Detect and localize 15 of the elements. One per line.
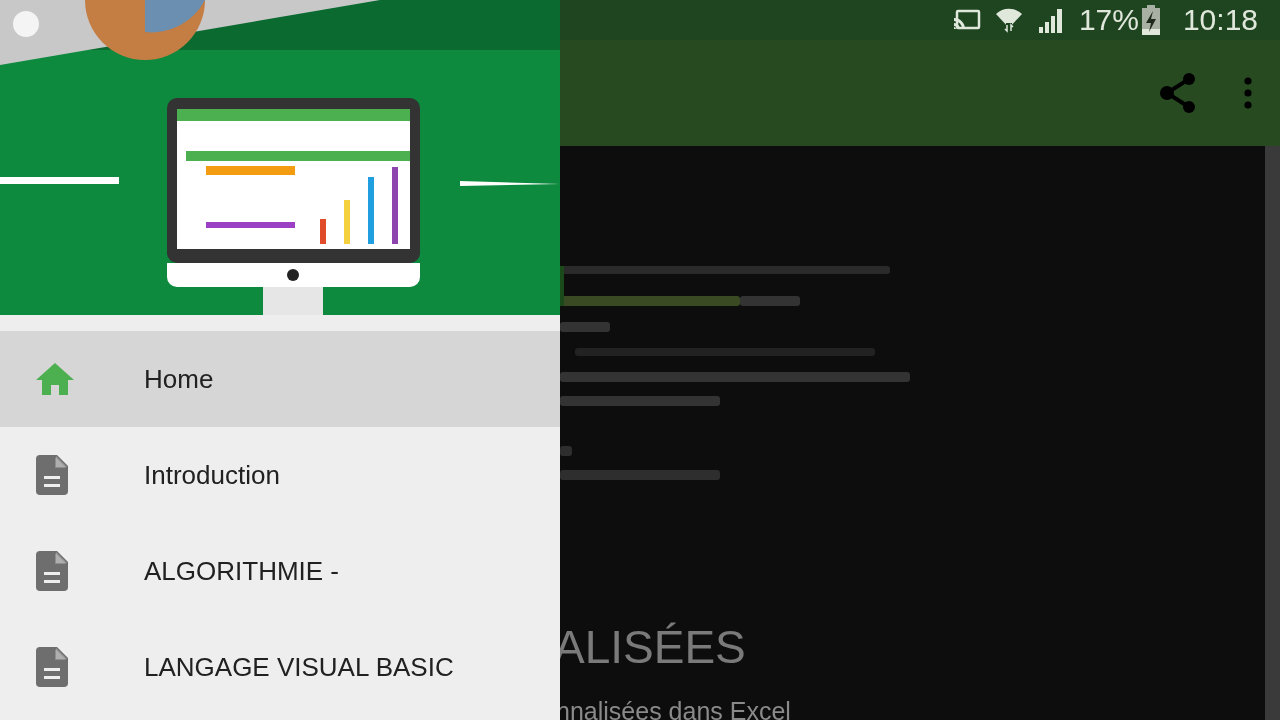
battery-charging-icon <box>1140 5 1161 35</box>
document-icon <box>36 551 68 591</box>
signal-icon <box>1036 7 1065 33</box>
wifi-icon <box>994 6 1023 34</box>
clock: 10:18 <box>1182 5 1258 35</box>
cast-icon <box>952 9 981 31</box>
battery-percentage: 17% <box>1078 5 1139 35</box>
drawer-item[interactable]: Home <box>0 331 560 427</box>
document-icon <box>36 647 68 687</box>
document-icon <box>36 455 68 495</box>
share-button[interactable] <box>1158 71 1198 115</box>
more-options-button[interactable] <box>1242 75 1254 111</box>
more-options-icon <box>1244 77 1252 109</box>
home-icon <box>36 363 74 395</box>
share-icon <box>1159 72 1197 114</box>
